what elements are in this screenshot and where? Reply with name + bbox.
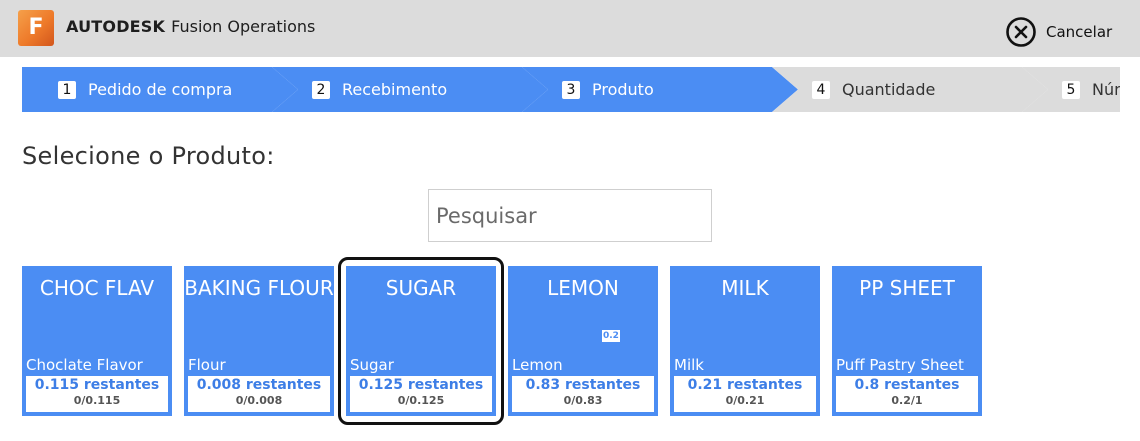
received-ratio: 0.2/1 bbox=[891, 394, 923, 407]
step-2: 2 Recebimento bbox=[272, 67, 548, 112]
received-ratio: 0/0.115 bbox=[73, 394, 121, 407]
step-number: 5 bbox=[1062, 80, 1080, 99]
product-card-puff-pastry-sheet[interactable]: PP SHEET Puff Pastry Sheet 0.8 restantes 0.… bbox=[832, 266, 982, 416]
product-code: BAKING FLOUR bbox=[184, 276, 334, 300]
product-name: Fusion Operations bbox=[171, 17, 316, 36]
app-title: AUTODESK Fusion Operations bbox=[66, 17, 315, 36]
received-ratio: 0/0.21 bbox=[725, 394, 765, 407]
product-name: Puff Pastry Sheet bbox=[836, 356, 964, 374]
step-content: 3 Produto bbox=[562, 67, 654, 112]
product-stock-box: 0.115 restantes 0/0.115 bbox=[26, 376, 168, 412]
product-card-sugar[interactable]: SUGAR Sugar 0.125 restantes 0/0.125 bbox=[338, 257, 504, 425]
step-number: 2 bbox=[312, 80, 330, 99]
product-stock-box: 0.8 restantes 0.2/1 bbox=[836, 376, 978, 412]
remaining-quantity: 0.115 restantes bbox=[34, 377, 160, 393]
quantity-badge: 0.2 bbox=[602, 330, 620, 342]
step-content: 4 Quantidade bbox=[812, 67, 935, 112]
remaining-quantity: 0.8 restantes bbox=[854, 377, 960, 393]
product-card-choclate-flavor[interactable]: CHOC FLAV Choclate Flavor 0.115 restantes 0… bbox=[22, 266, 172, 416]
product-code: CHOC FLAV bbox=[39, 276, 155, 300]
step-content: 2 Recebimento bbox=[312, 67, 447, 112]
product-code: MILK bbox=[721, 276, 769, 300]
product-name: Sugar bbox=[350, 356, 394, 374]
step-4: 4 Quantidade bbox=[772, 67, 1048, 112]
remaining-quantity: 0.125 restantes bbox=[358, 377, 484, 393]
step-content: 1 Pedido de compra bbox=[58, 67, 232, 112]
wizard-steps: 1 Pedido de compra 2 Recebimento 3 Produto 4 Qu… bbox=[22, 67, 1120, 112]
product-stock-box: 0.008 restantes 0/0.008 bbox=[188, 376, 330, 412]
product-card-milk[interactable]: MILK Milk 0.21 restantes 0/0.21 bbox=[670, 266, 820, 416]
product-stock-box: 0.21 restantes 0/0.21 bbox=[674, 376, 816, 412]
app-header: F AUTODESK Fusion Operations Cancelar bbox=[0, 0, 1140, 57]
step-label: Quantidade bbox=[842, 80, 936, 99]
step-label: Pedido de compra bbox=[88, 80, 233, 99]
product-code: SUGAR bbox=[385, 276, 457, 300]
step-number: 4 bbox=[812, 80, 830, 99]
product-stock-box: 0.125 restantes 0/0.125 bbox=[350, 376, 492, 412]
received-ratio: 0/0.125 bbox=[397, 394, 445, 407]
product-name: Flour bbox=[188, 356, 226, 374]
product-stock-box: 0.83 restantes 0/0.83 bbox=[512, 376, 654, 412]
product-code: PP SHEET bbox=[859, 276, 955, 300]
remaining-quantity: 0.21 restantes bbox=[687, 377, 803, 393]
received-ratio: 0/0.008 bbox=[235, 394, 283, 407]
step-content: 5 Núm bbox=[1062, 67, 1120, 112]
step-label: Produto bbox=[592, 80, 654, 99]
cancel-button[interactable]: Cancelar bbox=[1005, 17, 1112, 47]
product-card-lemon[interactable]: LEMON Lemon 0.83 restantes 0/0.83 0.2 bbox=[508, 266, 658, 416]
brand-name: AUTODESK bbox=[66, 17, 166, 36]
search-input[interactable] bbox=[428, 189, 712, 242]
product-code: LEMON bbox=[547, 276, 619, 300]
remaining-quantity: 0.83 restantes bbox=[525, 377, 641, 393]
page-title: Selecione o Produto: bbox=[22, 142, 275, 170]
product-name: Lemon bbox=[512, 356, 563, 374]
step-3: 3 Produto bbox=[522, 67, 798, 112]
step-label: Núm bbox=[1092, 80, 1120, 99]
cancel-label: Cancelar bbox=[1046, 23, 1113, 41]
product-name: Milk bbox=[674, 356, 704, 374]
remaining-quantity: 0.008 restantes bbox=[196, 377, 322, 393]
circle-x-icon bbox=[1006, 17, 1036, 47]
step-label: Recebimento bbox=[342, 80, 448, 99]
product-card-flour[interactable]: BAKING FLOUR Flour 0.008 restantes 0/0.008 bbox=[184, 266, 334, 416]
received-ratio: 0/0.83 bbox=[563, 394, 603, 407]
autodesk-fusion-logo: F bbox=[18, 10, 54, 46]
product-name: Choclate Flavor bbox=[26, 356, 143, 374]
step-5: 5 Núm bbox=[1022, 67, 1120, 112]
step-1: 1 Pedido de compra bbox=[22, 67, 298, 112]
step-number: 3 bbox=[562, 80, 580, 99]
step-number: 1 bbox=[58, 80, 76, 99]
